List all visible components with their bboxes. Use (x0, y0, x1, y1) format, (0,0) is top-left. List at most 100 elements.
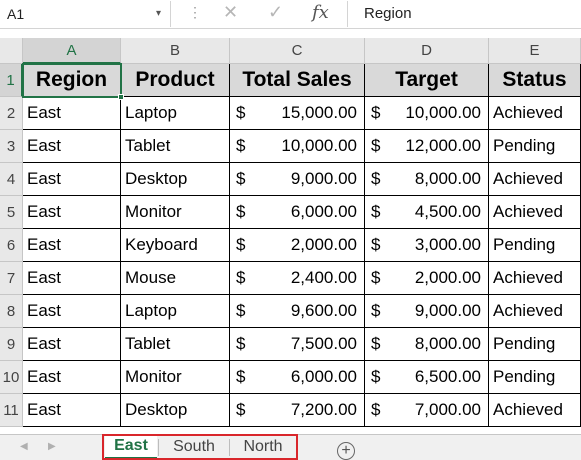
status-cell[interactable]: Achieved (489, 97, 581, 130)
name-box-dropdown-icon[interactable]: ▾ (156, 8, 161, 19)
row-header-4[interactable]: 4 (0, 163, 23, 196)
status-cell[interactable]: Achieved (489, 196, 581, 229)
tab-scroll-right-icon[interactable]: ▶ (48, 441, 56, 452)
currency-symbol: $ (236, 400, 246, 419)
amount-value: 2,000.00 (290, 235, 357, 254)
product-cell[interactable]: Desktop (121, 163, 230, 196)
status-cell[interactable]: Achieved (489, 262, 581, 295)
total-sales-cell[interactable]: $7,500.00 (230, 328, 365, 361)
header-cell-total-sales[interactable]: Total Sales (230, 64, 365, 97)
total-sales-cell[interactable]: $6,000.00 (230, 196, 365, 229)
column-header-d[interactable]: D (365, 38, 489, 64)
status-cell[interactable]: Achieved (489, 394, 581, 427)
total-sales-cell[interactable]: $9,600.00 (230, 295, 365, 328)
cancel-entry-icon[interactable]: ✕ (223, 2, 238, 23)
region-cell[interactable]: East (23, 130, 121, 163)
target-cell[interactable]: $6,500.00 (365, 361, 489, 394)
sheet-tab-east[interactable]: East (105, 435, 157, 459)
sheet-tab-north[interactable]: North (230, 435, 296, 459)
formula-input[interactable]: Region (364, 5, 412, 22)
product-cell[interactable]: Mouse (121, 262, 230, 295)
sheet-tab-south[interactable]: South (159, 435, 229, 459)
total-sales-cell[interactable]: $10,000.00 (230, 130, 365, 163)
product-cell[interactable]: Laptop (121, 295, 230, 328)
status-cell[interactable]: Pending (489, 130, 581, 163)
formula-bar-grip-icon[interactable]: ⋮ (188, 4, 202, 21)
row-header-2[interactable]: 2 (0, 97, 23, 130)
tab-scroll-left-icon[interactable]: ◀ (20, 441, 28, 452)
target-cell[interactable]: $8,000.00 (365, 328, 489, 361)
total-sales-cell[interactable]: $9,000.00 (230, 163, 365, 196)
header-cell-status[interactable]: Status (489, 64, 581, 97)
target-cell[interactable]: $3,000.00 (365, 229, 489, 262)
region-cell[interactable]: East (23, 295, 121, 328)
target-cell[interactable]: $12,000.00 (365, 130, 489, 163)
amount-value: 7,200.00 (290, 400, 357, 419)
name-box[interactable]: A1 ▾ (0, 1, 171, 27)
row-header-5[interactable]: 5 (0, 196, 23, 229)
total-sales-cell[interactable]: $2,400.00 (230, 262, 365, 295)
header-cell-region[interactable]: Region (23, 64, 121, 97)
currency-symbol: $ (236, 367, 246, 386)
insert-function-icon[interactable]: fx (312, 2, 329, 23)
status-cell[interactable]: Pending (489, 229, 581, 262)
add-sheet-icon[interactable]: + (337, 442, 355, 460)
region-cell[interactable]: East (23, 262, 121, 295)
currency-symbol: $ (236, 169, 246, 188)
product-cell[interactable]: Tablet (121, 328, 230, 361)
row-header-1[interactable]: 1 (0, 64, 23, 97)
target-cell[interactable]: $9,000.00 (365, 295, 489, 328)
column-header-c[interactable]: C (230, 38, 365, 64)
product-cell[interactable]: Tablet (121, 130, 230, 163)
header-cell-product[interactable]: Product (121, 64, 230, 97)
column-header-a[interactable]: A (23, 38, 121, 64)
row-header-8[interactable]: 8 (0, 295, 23, 328)
fill-handle[interactable] (118, 94, 124, 100)
product-cell[interactable]: Monitor (121, 361, 230, 394)
target-cell[interactable]: $8,000.00 (365, 163, 489, 196)
region-cell[interactable]: East (23, 394, 121, 427)
sheet-tab-bar: ◀ ▶ East South North (0, 434, 581, 460)
region-cell[interactable]: East (23, 163, 121, 196)
column-header-e[interactable]: E (489, 38, 581, 64)
region-cell[interactable]: East (23, 196, 121, 229)
target-cell[interactable]: $2,000.00 (365, 262, 489, 295)
row-header-10[interactable]: 10 (0, 361, 23, 394)
header-cell-target[interactable]: Target (365, 64, 489, 97)
amount-value: 8,000.00 (414, 334, 481, 353)
region-cell[interactable]: East (23, 229, 121, 262)
row-header-9[interactable]: 9 (0, 328, 23, 361)
total-sales-cell[interactable]: $15,000.00 (230, 97, 365, 130)
product-cell[interactable]: Keyboard (121, 229, 230, 262)
row-header-7[interactable]: 7 (0, 262, 23, 295)
currency-symbol: $ (236, 103, 246, 122)
column-header-b[interactable]: B (121, 38, 230, 64)
product-cell[interactable]: Desktop (121, 394, 230, 427)
confirm-entry-icon[interactable]: ✓ (268, 2, 283, 23)
formula-bar: A1 ▾ ⋮ ✕ ✓ fx Region (0, 0, 581, 28)
status-cell[interactable]: Pending (489, 328, 581, 361)
region-cell[interactable]: East (23, 97, 121, 130)
amount-value: 12,000.00 (405, 136, 481, 155)
region-cell[interactable]: East (23, 361, 121, 394)
status-cell[interactable]: Achieved (489, 163, 581, 196)
status-cell[interactable]: Achieved (489, 295, 581, 328)
target-cell[interactable]: $10,000.00 (365, 97, 489, 130)
product-cell[interactable]: Laptop (121, 97, 230, 130)
row-header-6[interactable]: 6 (0, 229, 23, 262)
target-cell[interactable]: $7,000.00 (365, 394, 489, 427)
row-header-3[interactable]: 3 (0, 130, 23, 163)
target-cell[interactable]: $4,500.00 (365, 196, 489, 229)
total-sales-cell[interactable]: $2,000.00 (230, 229, 365, 262)
product-cell[interactable]: Monitor (121, 196, 230, 229)
status-cell[interactable]: Pending (489, 361, 581, 394)
select-all-corner[interactable] (0, 38, 23, 64)
total-sales-cell[interactable]: $7,200.00 (230, 394, 365, 427)
name-box-value[interactable]: A1 (7, 6, 24, 22)
row-header-11[interactable]: 11 (0, 394, 23, 427)
amount-value: 8,000.00 (414, 169, 481, 188)
total-sales-cell[interactable]: $6,000.00 (230, 361, 365, 394)
amount-value: 15,000.00 (281, 103, 357, 122)
region-cell[interactable]: East (23, 328, 121, 361)
currency-symbol: $ (236, 301, 246, 320)
